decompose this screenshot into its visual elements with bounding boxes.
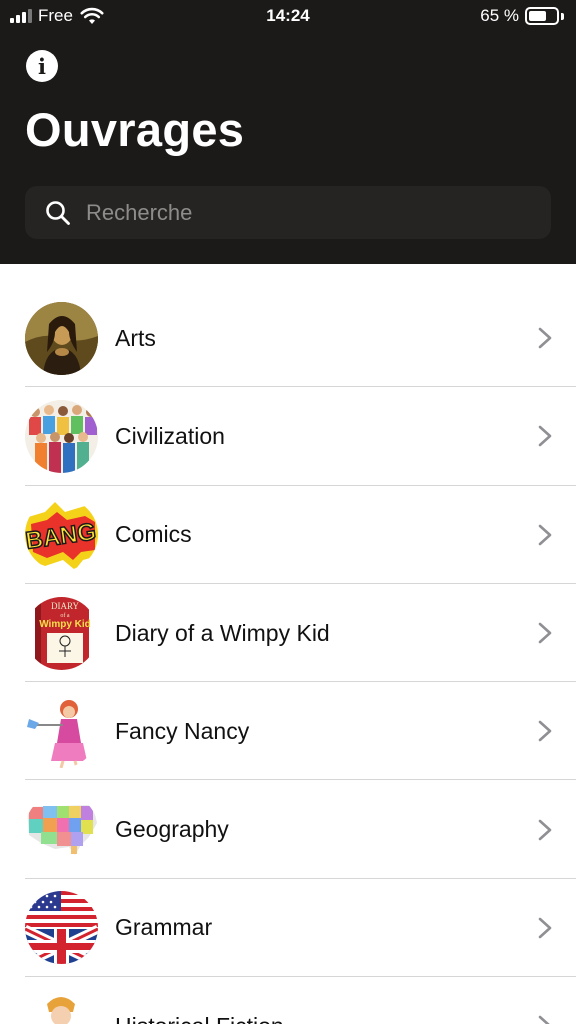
chevron-right-icon <box>537 326 553 350</box>
battery-tip <box>561 12 564 20</box>
list-item-label: Arts <box>115 324 156 351</box>
mona-lisa-thumbnail <box>25 301 98 375</box>
list-item[interactable]: Grammar <box>0 879 576 978</box>
chevron-right-icon <box>537 621 553 645</box>
info-icon[interactable]: i <box>26 50 58 82</box>
bang-thumbnail: BANG <box>25 498 98 572</box>
list-item-label: Fancy Nancy <box>115 717 250 744</box>
usa-map-thumbnail <box>25 793 98 867</box>
book-cover-thumbnail: DIARY of a Wimpy Kid <box>25 596 98 670</box>
chevron-right-icon <box>537 818 553 842</box>
chevron-right-icon <box>537 719 553 743</box>
historical-figure-thumbnail <box>25 989 98 1024</box>
status-right: 65 % <box>480 6 564 26</box>
list-item-label: Historical Fiction <box>115 1013 284 1024</box>
list-item[interactable]: Civilization <box>0 387 576 486</box>
page-title: Ouvrages <box>25 103 245 156</box>
list-item[interactable]: DIARY of a Wimpy Kid Diary of a Wimpy Kid <box>0 584 576 683</box>
status-bar: Free 14:24 65 % <box>0 0 576 34</box>
svg-text:of a: of a <box>60 612 69 619</box>
list-item-label: Civilization <box>115 422 225 449</box>
list-item[interactable]: BANG Comics <box>0 486 576 585</box>
chevron-right-icon <box>537 523 553 547</box>
crowd-thumbnail <box>25 399 98 473</box>
list-item-label: Grammar <box>115 914 213 941</box>
svg-text:DIARY: DIARY <box>51 601 80 611</box>
chevron-right-icon <box>537 916 553 940</box>
uk-us-flag-thumbnail <box>25 891 98 965</box>
chevron-right-icon <box>537 424 553 448</box>
list-item[interactable]: Fancy Nancy <box>0 682 576 781</box>
list-item[interactable]: Arts <box>0 289 576 388</box>
fancy-girl-thumbnail <box>25 694 98 768</box>
navigation-header: Free 14:24 65 % i Ouvrages <box>0 0 576 264</box>
search-input[interactable] <box>86 199 526 226</box>
battery-percent: 65 % <box>480 6 519 25</box>
battery-level <box>529 11 546 21</box>
list-item-label: Comics <box>115 521 192 548</box>
list-item-label: Geography <box>115 816 229 843</box>
list-item[interactable]: Historical Fiction <box>0 977 576 1024</box>
list-item-label: Diary of a Wimpy Kid <box>115 619 330 646</box>
chevron-right-icon <box>537 1014 553 1024</box>
search-icon <box>46 200 70 225</box>
list-item[interactable]: Geography <box>0 780 576 880</box>
search-bar[interactable] <box>25 186 551 239</box>
svg-text:Wimpy Kid: Wimpy Kid <box>39 619 91 630</box>
category-list: Arts Civilization BANG Comics DIARY of a Wimpy… <box>0 289 576 1024</box>
battery-icon <box>525 7 559 25</box>
